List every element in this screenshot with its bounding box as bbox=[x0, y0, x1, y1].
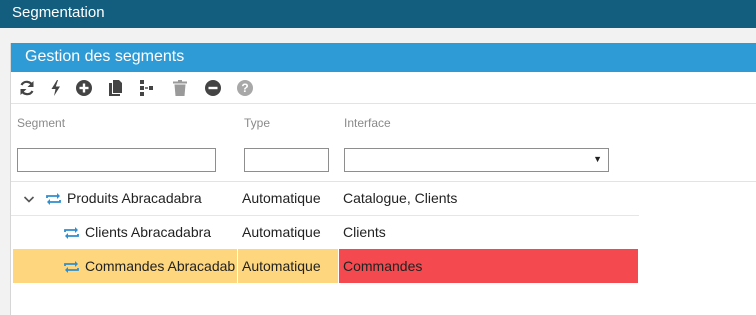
trash-icon[interactable] bbox=[171, 79, 189, 97]
table-row[interactable]: Produits Abracadabra Automatique Catalog… bbox=[11, 181, 639, 215]
refresh-icon[interactable] bbox=[18, 79, 36, 97]
panel-title: Gestion des segments bbox=[25, 48, 185, 65]
segment-type: Automatique bbox=[242, 224, 321, 240]
segment-interface: Catalogue, Clients bbox=[343, 190, 458, 206]
chevron-down-icon[interactable] bbox=[23, 181, 43, 215]
copy-icon[interactable] bbox=[106, 79, 124, 97]
table-row[interactable]: Clients Abracadabra Automatique Clients bbox=[11, 215, 639, 249]
tree-structure-icon[interactable] bbox=[137, 79, 155, 97]
type-filter-input[interactable] bbox=[244, 148, 329, 172]
lightning-icon[interactable] bbox=[47, 79, 65, 97]
column-header-segment[interactable]: Segment bbox=[17, 116, 65, 130]
help-icon[interactable]: ? bbox=[236, 79, 254, 97]
interface-filter-select[interactable]: ▼ bbox=[344, 148, 609, 172]
column-header-type[interactable]: Type bbox=[244, 116, 270, 130]
dropdown-arrow-icon: ▼ bbox=[593, 154, 602, 164]
segment-filter-input[interactable] bbox=[17, 148, 216, 172]
segment-interface: Clients bbox=[343, 224, 386, 240]
segment-sync-icon bbox=[63, 249, 83, 283]
remove-circle-icon[interactable] bbox=[204, 79, 222, 97]
table-row-selected[interactable]: Commandes Abracadabra Automatique Comman… bbox=[11, 249, 639, 283]
panel-header: Gestion des segments bbox=[11, 43, 756, 72]
segment-name: Commandes Abracadabra bbox=[85, 258, 236, 274]
segment-interface: Commandes bbox=[343, 258, 423, 274]
segment-type: Automatique bbox=[242, 190, 321, 206]
add-circle-icon[interactable] bbox=[75, 79, 93, 97]
toolbar: ? bbox=[11, 72, 756, 104]
segment-type: Automatique bbox=[242, 258, 321, 274]
segment-sync-icon bbox=[63, 215, 83, 249]
svg-text:?: ? bbox=[241, 81, 248, 95]
app-title: Segmentation bbox=[12, 4, 105, 21]
segment-name: Produits Abracadabra bbox=[67, 190, 202, 206]
segments-panel: Gestion des segments ? Segment Type Inte… bbox=[10, 43, 756, 315]
segment-sync-icon bbox=[45, 181, 65, 215]
column-header-interface[interactable]: Interface bbox=[344, 116, 391, 130]
segment-name: Clients Abracadabra bbox=[85, 224, 212, 240]
app-title-bar: Segmentation bbox=[0, 0, 756, 28]
